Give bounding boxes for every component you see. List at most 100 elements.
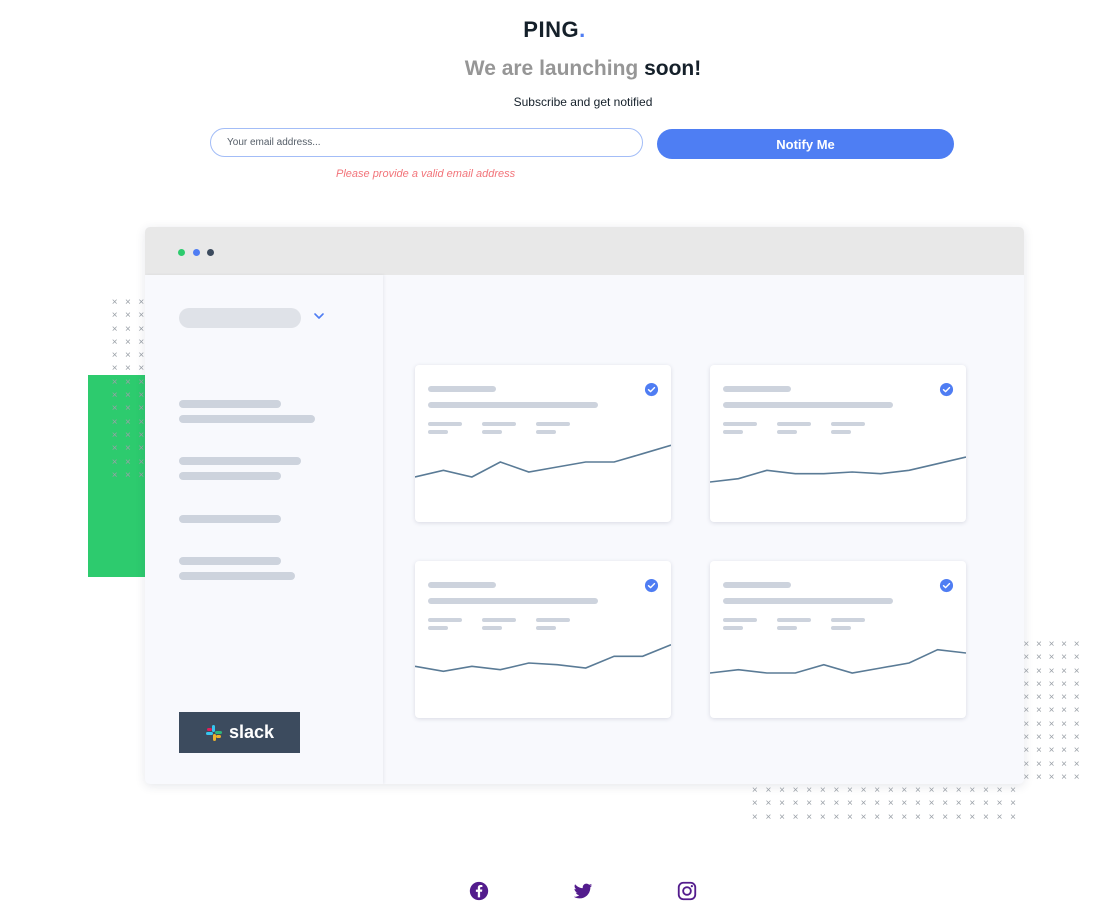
- x-mark: ×: [1035, 718, 1042, 730]
- x-mark: ×: [1073, 639, 1080, 650]
- placeholder-line: [831, 422, 865, 426]
- x-mark: ×: [765, 785, 772, 796]
- twitter-link[interactable]: [572, 880, 594, 902]
- x-mark: ×: [1048, 718, 1055, 730]
- x-mark: ×: [847, 798, 853, 810]
- placeholder-line: [428, 598, 598, 604]
- x-mark: ×: [1023, 665, 1030, 677]
- subtitle: Subscribe and get notified: [513, 95, 653, 109]
- stats-card: [415, 365, 671, 522]
- x-mark: ×: [779, 785, 785, 796]
- x-mark: ×: [982, 785, 989, 796]
- check-circle-icon: [939, 578, 954, 593]
- x-mark: ×: [1035, 692, 1042, 704]
- x-mark: ×: [125, 376, 131, 388]
- x-mark: ×: [111, 363, 118, 375]
- x-mark: ×: [915, 811, 921, 823]
- placeholder-line: [723, 422, 757, 426]
- x-mark: ×: [847, 811, 853, 823]
- x-mark: ×: [887, 798, 894, 810]
- window-dot-green: [178, 249, 185, 256]
- x-mark: ×: [942, 785, 949, 796]
- x-mark: ×: [125, 390, 131, 402]
- x-mark: ×: [1061, 745, 1067, 757]
- x-mark: ×: [982, 811, 989, 823]
- facebook-link[interactable]: [468, 880, 490, 902]
- dashboard-illustration: slack: [145, 227, 1024, 784]
- x-mark: ×: [996, 798, 1003, 810]
- x-mark: ×: [928, 811, 935, 823]
- x-mark: ×: [1073, 692, 1080, 704]
- x-mark: ×: [996, 785, 1003, 796]
- x-mark: ×: [111, 443, 118, 455]
- x-mark: ×: [955, 798, 962, 810]
- instagram-link[interactable]: [676, 880, 698, 902]
- x-mark: ×: [955, 811, 962, 823]
- x-mark: ×: [1073, 771, 1080, 783]
- x-mark: ×: [1061, 705, 1067, 717]
- trend-chart: [415, 444, 671, 478]
- placeholder-line: [428, 618, 462, 622]
- x-mark: ×: [1048, 665, 1055, 677]
- headline-light: We are launching: [464, 57, 645, 80]
- x-mark: ×: [955, 785, 962, 796]
- placeholder-line: [179, 457, 301, 465]
- twitter-icon: [573, 883, 593, 899]
- x-mark: ×: [1010, 798, 1016, 810]
- placeholder-line: [428, 582, 496, 588]
- x-mark: ×: [1023, 718, 1030, 730]
- x-mark: ×: [819, 798, 826, 810]
- x-mark: ×: [928, 798, 935, 810]
- x-mark: ×: [1023, 758, 1030, 770]
- x-mark: ×: [901, 811, 908, 823]
- x-mark: ×: [1061, 732, 1067, 744]
- x-mark: ×: [833, 798, 840, 810]
- x-mark: ×: [125, 323, 131, 335]
- x-mark: ×: [860, 785, 867, 796]
- email-input[interactable]: [210, 128, 643, 157]
- x-mark: ×: [942, 798, 949, 810]
- placeholder-line: [179, 415, 315, 423]
- x-mark: ×: [111, 350, 118, 362]
- x-mark: ×: [751, 785, 758, 796]
- x-mark: ×: [1061, 678, 1067, 690]
- x-mark: ×: [111, 469, 118, 481]
- x-mark: ×: [1035, 745, 1042, 757]
- decorative-x-pattern-bottom: × × × × × × × × × × × × × × × × × × × × × × × × × × × × × × × × × × × × × × × ×…: [748, 784, 1020, 824]
- slack-icon: [205, 724, 222, 741]
- email-error-message: Please provide a valid email address: [336, 168, 516, 180]
- x-mark: ×: [1023, 732, 1030, 744]
- x-mark: ×: [111, 416, 118, 428]
- brand-dot: .: [579, 17, 586, 42]
- x-mark: ×: [928, 785, 935, 796]
- notify-me-button[interactable]: Notify Me: [657, 129, 954, 159]
- trend-line: [710, 648, 966, 674]
- facebook-icon: [469, 881, 489, 901]
- x-mark: ×: [111, 310, 118, 322]
- brand-logo: PING.: [0, 17, 1109, 43]
- placeholder-line: [428, 386, 496, 392]
- x-mark: ×: [874, 811, 881, 823]
- x-mark: ×: [125, 403, 131, 415]
- x-mark: ×: [1073, 705, 1080, 717]
- x-mark: ×: [1048, 758, 1055, 770]
- x-mark: ×: [1023, 639, 1030, 650]
- check-circle-icon: [644, 578, 659, 593]
- x-mark: ×: [111, 336, 118, 348]
- x-mark: ×: [887, 811, 894, 823]
- stats-card: [710, 365, 966, 522]
- x-mark: ×: [1035, 771, 1042, 783]
- placeholder-select: [179, 308, 301, 328]
- check-circle-icon: [644, 382, 659, 397]
- x-mark: ×: [1023, 692, 1030, 704]
- placeholder-line: [179, 400, 281, 408]
- x-mark: ×: [1048, 692, 1055, 704]
- x-mark: ×: [1048, 745, 1055, 757]
- trend-line: [710, 456, 966, 483]
- window-dot-dark: [207, 249, 214, 256]
- x-mark: ×: [1073, 758, 1080, 770]
- x-mark: ×: [125, 336, 131, 348]
- placeholder-line: [179, 572, 295, 580]
- x-mark: ×: [111, 390, 118, 402]
- x-mark: ×: [833, 785, 840, 796]
